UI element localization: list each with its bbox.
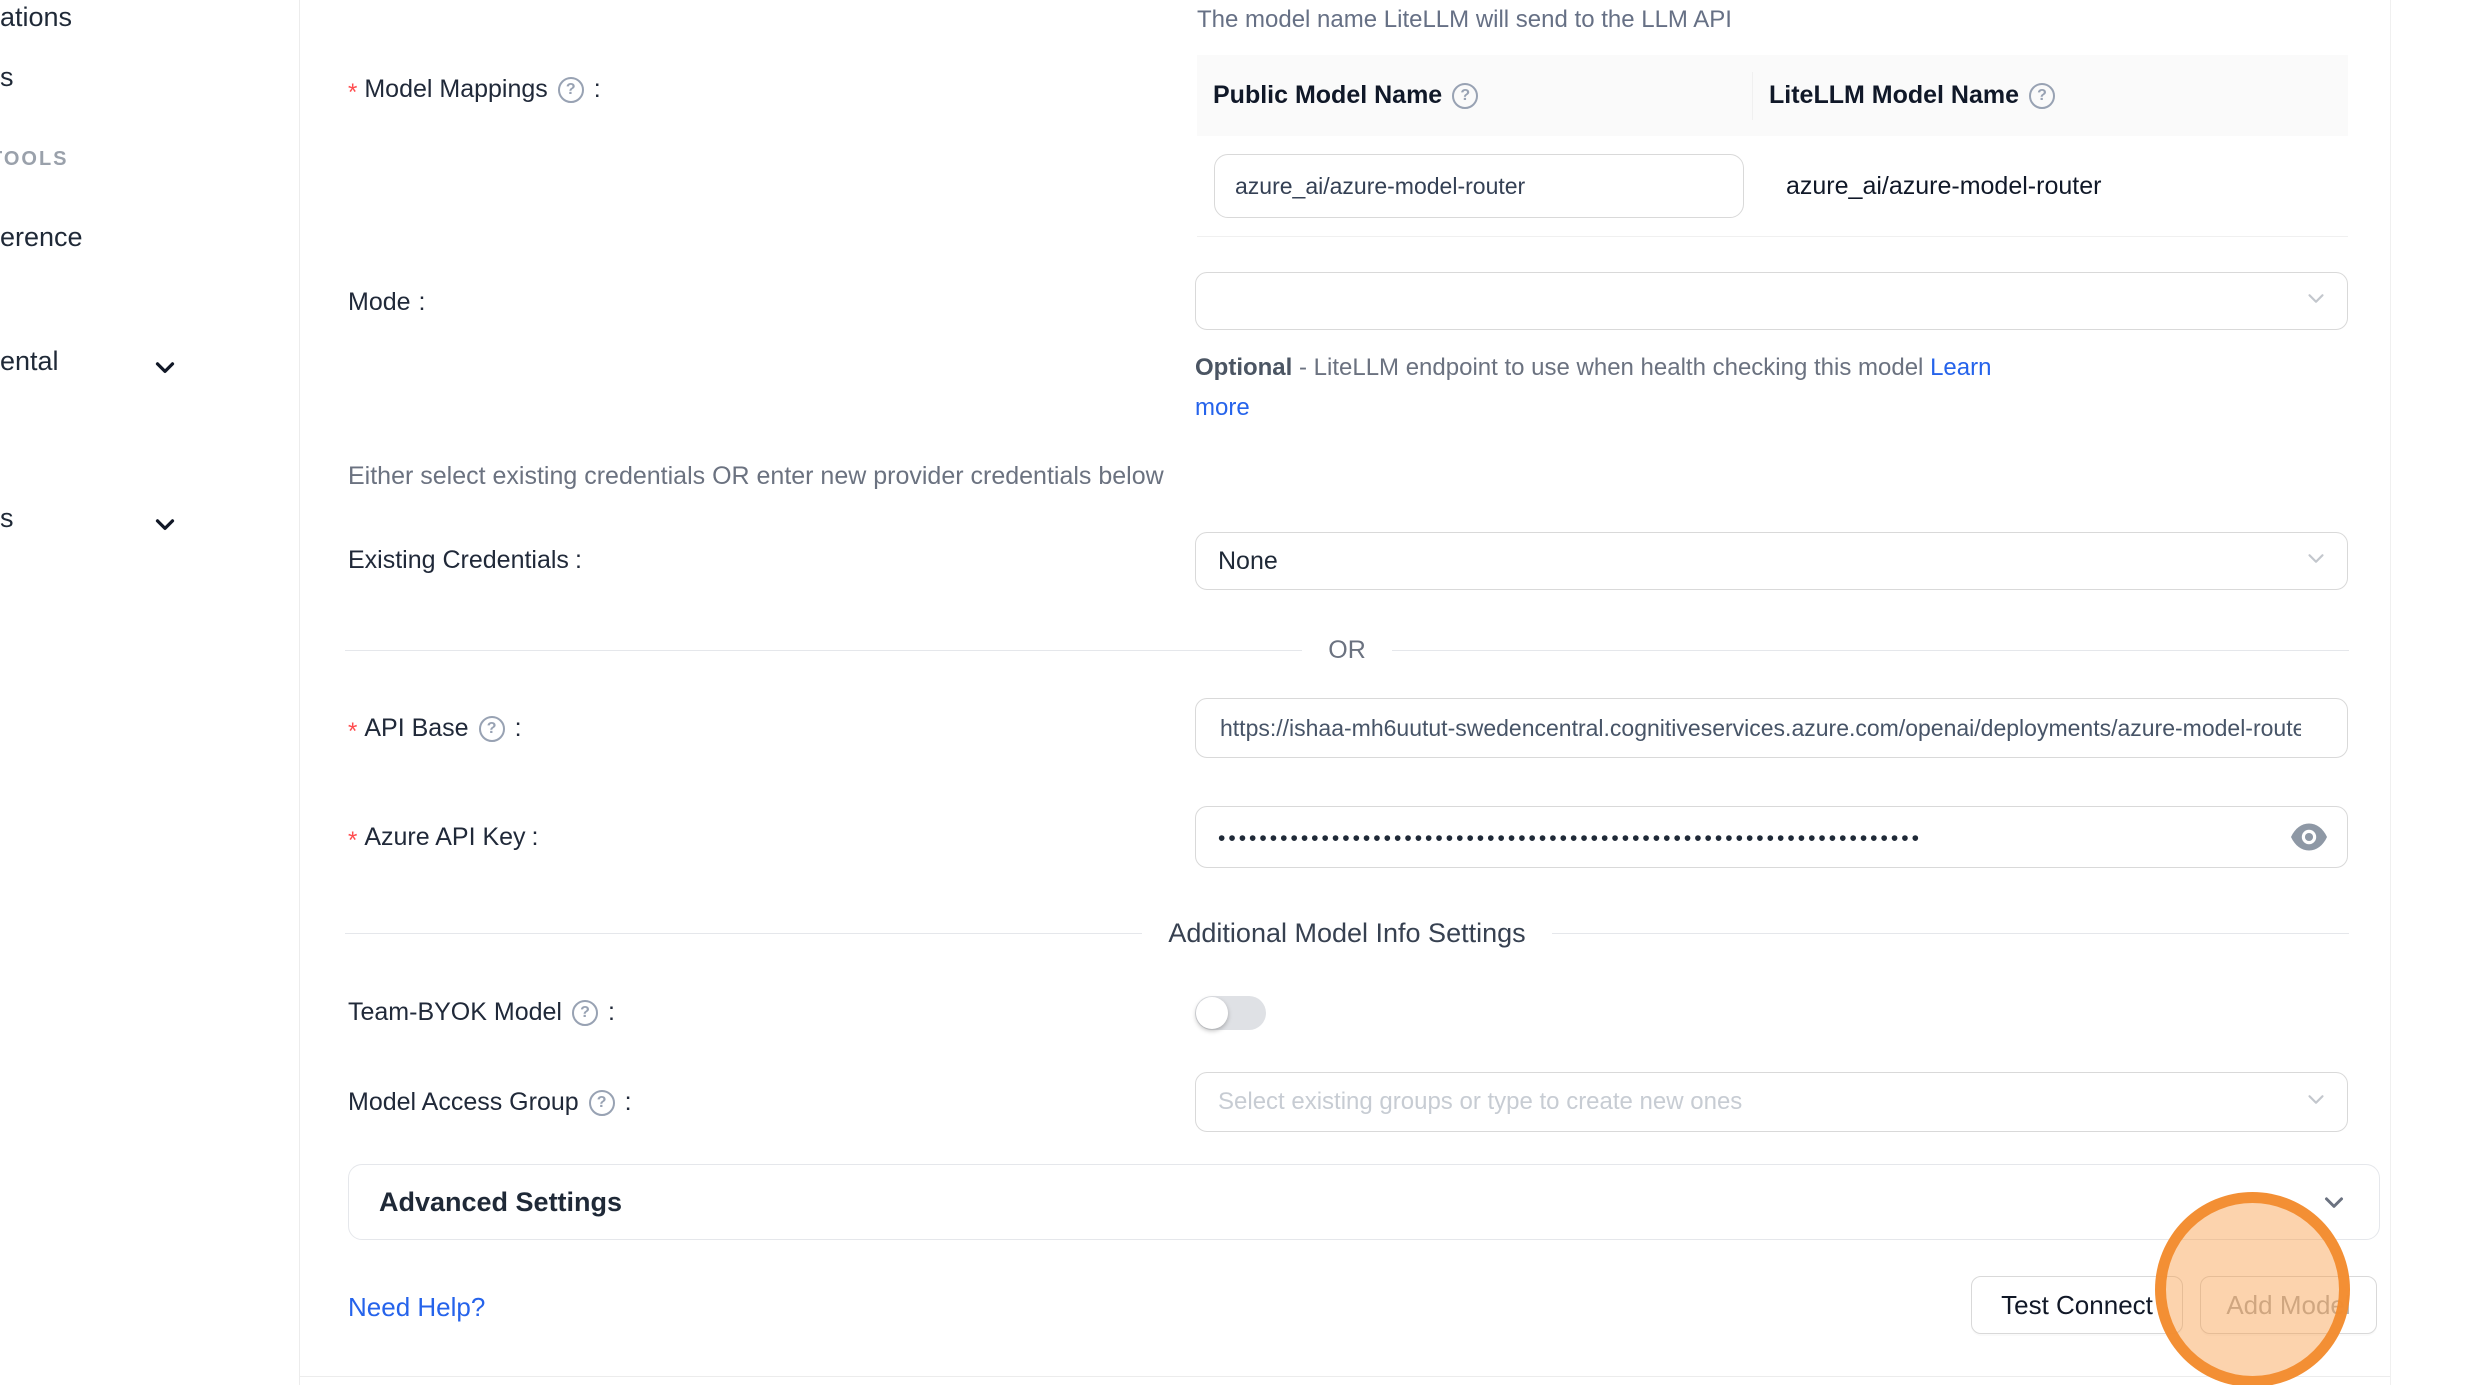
additional-info-divider: Additional Model Info Settings [345, 918, 2349, 949]
litellm-model-name-value: azure_ai/azure-model-router [1786, 172, 2101, 201]
test-connect-button[interactable]: Test Connect [1971, 1276, 2183, 1334]
model-mappings-table: Public Model Name ? LiteLLM Model Name ?… [1197, 55, 2348, 237]
public-model-name-input[interactable] [1214, 154, 1744, 218]
selected-credential-value: None [1218, 547, 1278, 576]
masked-api-key-value: ••••••••••••••••••••••••••••••••••••••••… [1218, 827, 2198, 851]
azure-api-key-field[interactable]: ••••••••••••••••••••••••••••••••••••••••… [1195, 806, 2348, 868]
table-row: azure_ai/azure-model-router [1197, 136, 2348, 236]
api-base-input[interactable] [1218, 714, 2303, 743]
mode-label: Mode: [348, 288, 426, 317]
help-question-icon[interactable]: ? [558, 77, 584, 103]
sidebar: ations s TOOLS erence ental s [0, 0, 300, 1385]
existing-credentials-label: Existing Credentials: [348, 546, 582, 575]
help-question-icon[interactable]: ? [2029, 83, 2055, 109]
column-header-public-model-name: Public Model Name ? [1197, 81, 1752, 110]
eye-icon[interactable] [2291, 823, 2327, 851]
help-question-icon[interactable]: ? [589, 1090, 615, 1116]
model-access-group-select[interactable]: Select existing groups or type to create… [1195, 1072, 2348, 1132]
sidebar-item-organizations[interactable]: ations [0, 2, 72, 33]
azure-api-key-label: * Azure API Key : [348, 823, 539, 852]
team-byok-label: Team-BYOK Model ? : [348, 998, 615, 1027]
help-question-icon[interactable]: ? [572, 1000, 598, 1026]
access-group-placeholder: Select existing groups or type to create… [1218, 1088, 1742, 1116]
or-divider: OR [345, 636, 2349, 665]
sidebar-item-inference[interactable]: erence [0, 222, 83, 253]
chevron-down-icon [150, 352, 180, 387]
help-question-icon[interactable]: ? [479, 716, 505, 742]
existing-credentials-select[interactable]: None [1195, 532, 2348, 590]
advanced-settings-title: Advanced Settings [379, 1187, 2319, 1218]
click-highlight-circle [2155, 1192, 2350, 1385]
required-asterisk: * [348, 720, 357, 744]
chevron-down-icon [2303, 546, 2329, 577]
advanced-settings-panel[interactable]: Advanced Settings [348, 1164, 2380, 1240]
sidebar-section-tools: TOOLS [0, 148, 69, 171]
table-header-row: Public Model Name ? LiteLLM Model Name ? [1197, 55, 2348, 136]
content-bottom-border [300, 1376, 2390, 1377]
sidebar-item[interactable]: s [0, 62, 14, 93]
api-base-label: * API Base ? : [348, 714, 522, 743]
api-base-field [1195, 698, 2348, 758]
required-asterisk: * [348, 81, 357, 105]
chevron-down-icon [150, 509, 180, 544]
need-help-link[interactable]: Need Help? [348, 1292, 485, 1323]
team-byok-toggle[interactable] [1195, 996, 1266, 1030]
sidebar-item-experimental[interactable]: ental [0, 346, 59, 377]
chevron-down-icon [2319, 1187, 2349, 1217]
column-header-litellm-model-name: LiteLLM Model Name ? [1752, 72, 2348, 120]
content-right-border [2390, 0, 2391, 1385]
credentials-note: Either select existing credentials OR en… [348, 462, 1164, 491]
model-access-group-label: Model Access Group ? : [348, 1088, 632, 1117]
add-model-page: ations s TOOLS erence ental s The model … [0, 0, 2477, 1385]
required-asterisk: * [348, 829, 357, 853]
help-question-icon[interactable]: ? [1452, 83, 1478, 109]
model-name-helper-text: The model name LiteLLM will send to the … [1197, 6, 1732, 34]
mode-select[interactable] [1195, 272, 2348, 330]
chevron-down-icon [2303, 286, 2329, 317]
sidebar-item-settings[interactable]: s [0, 503, 14, 534]
chevron-down-icon [2303, 1087, 2329, 1118]
mode-help-text: Optional - LiteLLM endpoint to use when … [1195, 348, 2033, 428]
toggle-knob [1196, 997, 1228, 1029]
model-mappings-label: * Model Mappings ? : [348, 75, 601, 104]
